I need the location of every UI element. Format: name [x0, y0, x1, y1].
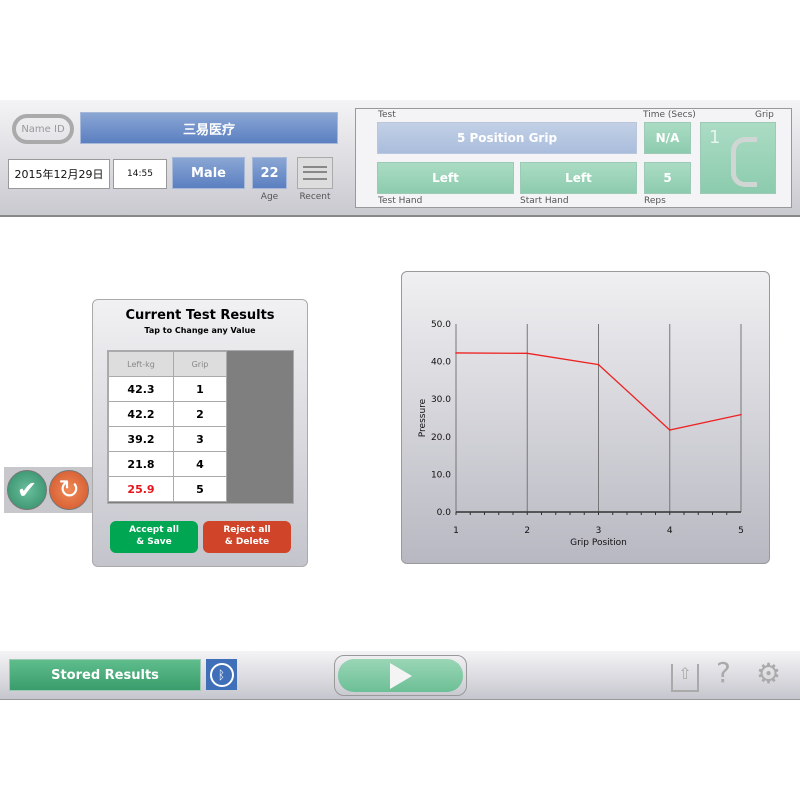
results-panel: Current Test Results Tap to Change any V… [92, 299, 308, 567]
refresh-icon: ↻ [58, 475, 80, 505]
help-icon[interactable]: ? [716, 656, 731, 689]
table-row[interactable]: 39.2 3 [108, 426, 227, 452]
left-kg-cell[interactable]: 39.2 [108, 426, 174, 452]
left-kg-cell[interactable]: 21.8 [108, 451, 174, 477]
data-point [740, 413, 742, 416]
y-tick-label: 10.0 [431, 470, 451, 480]
table-row[interactable]: 25.9 5 [108, 476, 227, 502]
time-label: Time (Secs) [643, 110, 696, 120]
start-hand-label: Start Hand [520, 196, 569, 206]
start-hand-button[interactable]: Left [520, 162, 637, 194]
left-kg-cell[interactable]: 42.2 [108, 401, 174, 427]
dynamometer-icon [731, 137, 757, 187]
grip-label: Grip [755, 110, 774, 120]
test-type-button[interactable]: 5 Position Grip [377, 122, 637, 154]
data-point [668, 429, 671, 431]
test-hand-label: Test Hand [378, 196, 423, 206]
grip-cell[interactable]: 2 [173, 401, 227, 427]
age-label: Age [260, 192, 279, 202]
y-tick-label: 20.0 [431, 433, 451, 443]
left-kg-cell[interactable]: 42.3 [108, 376, 174, 402]
x-tick-label: 2 [524, 526, 530, 536]
data-point [455, 352, 457, 354]
recent-label: Recent [299, 192, 331, 202]
left-kg-cell[interactable]: 25.9 [108, 476, 174, 502]
y-tick-label: 50.0 [431, 320, 451, 330]
column-header-grip: Grip [173, 351, 227, 377]
table-row[interactable]: 21.8 4 [108, 451, 227, 477]
name-id-button[interactable]: Name ID [12, 114, 74, 144]
reps-button[interactable]: 5 [644, 162, 691, 194]
grip-button[interactable]: 1 [700, 122, 776, 194]
data-point [597, 363, 600, 366]
time-button[interactable]: N/A [644, 122, 691, 154]
results-title: Current Test Results [125, 308, 275, 323]
retest-button[interactable]: ↻ [49, 470, 89, 510]
chart-panel: 1 2 3 4 5 0.0 10.0 20.0 30.0 40.0 50.0 Grip Positio… [401, 271, 770, 564]
age-button[interactable]: 22 [252, 157, 287, 189]
line-chart: 1 2 3 4 50.010.020.030.040.050.0Grip Positio… [418, 320, 744, 548]
results-table: Left-kg Grip 42.3 1 42.2 2 39.2 3 21.8 4 25.9 5 [108, 351, 227, 502]
grip-cell[interactable]: 1 [173, 376, 227, 402]
y-tick-label: 40.0 [431, 358, 451, 368]
column-header-left-kg: Left-kg [108, 351, 174, 377]
accept-save-button[interactable]: Accept all & Save [110, 521, 198, 553]
grip-number: 1 [709, 127, 721, 148]
recent-button[interactable] [297, 157, 333, 189]
reps-label: Reps [644, 196, 666, 206]
accept-check-button[interactable]: ✔ [7, 470, 47, 510]
grip-cell[interactable]: 5 [173, 476, 227, 502]
list-icon [303, 166, 327, 173]
stored-results-button[interactable]: Stored Results [9, 659, 201, 691]
grip-cell[interactable]: 4 [173, 451, 227, 477]
play-icon [389, 662, 412, 689]
date-field[interactable]: 2015年12月29日 [8, 159, 110, 189]
reject-delete-button[interactable]: Reject all & Delete [203, 521, 291, 553]
checkmark-icon: ✔ [16, 476, 38, 504]
bluetooth-button[interactable]: ᛒ [206, 659, 237, 690]
results-subtitle: Tap to Change any Value [144, 326, 256, 335]
data-point [526, 352, 529, 355]
time-field[interactable]: 14:55 [113, 159, 167, 189]
x-tick-label: 1 [453, 526, 459, 536]
table-row[interactable]: 42.2 2 [108, 401, 227, 427]
test-label: Test [378, 110, 396, 120]
start-test-button[interactable] [334, 655, 467, 696]
settings-gear-icon[interactable]: ⚙ [756, 657, 781, 690]
gender-button[interactable]: Male [172, 157, 245, 189]
table-row[interactable]: 42.3 1 [108, 376, 227, 402]
y-tick-label: 30.0 [431, 395, 451, 405]
export-icon[interactable]: ⇧ [671, 664, 699, 692]
y-tick-label: 0.0 [437, 508, 452, 518]
grip-cell[interactable]: 3 [173, 426, 227, 452]
x-tick-label: 4 [667, 526, 673, 536]
x-axis-label: Grip Position [570, 538, 627, 548]
bluetooth-icon: ᛒ [209, 662, 234, 687]
y-axis-label: Pressure [418, 398, 428, 437]
x-tick-label: 3 [596, 526, 602, 536]
x-tick-label: 5 [738, 526, 744, 536]
name-field[interactable]: 三易医疗 [80, 112, 338, 144]
name-id-label: Name ID [21, 123, 65, 135]
test-hand-button[interactable]: Left [377, 162, 514, 194]
